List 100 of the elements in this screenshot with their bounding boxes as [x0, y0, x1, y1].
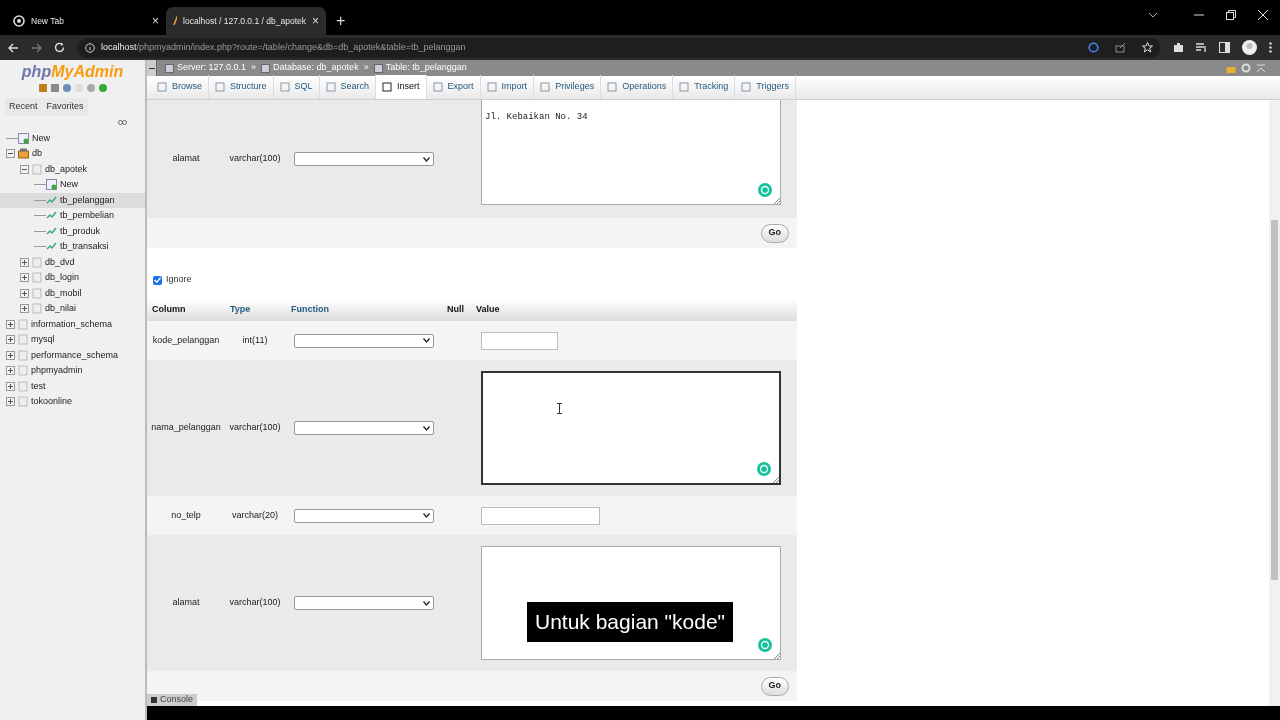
function-select[interactable] — [294, 333, 434, 348]
expand-icon[interactable] — [20, 288, 29, 298]
tree-item[interactable]: mysql — [0, 332, 145, 348]
collapse-icon[interactable] — [6, 149, 15, 159]
value-input[interactable] — [481, 331, 558, 350]
console-tab[interactable]: Console — [147, 694, 198, 706]
close-icon[interactable] — [1258, 9, 1268, 20]
function-select[interactable] — [294, 596, 434, 610]
tab-icon — [741, 82, 752, 92]
expand-icon[interactable] — [6, 366, 15, 376]
new-icon — [18, 132, 29, 144]
link-icon[interactable] — [118, 119, 127, 125]
address-field[interactable]: localhost/phpmyadmin/index.php?route=/table/change&db=db_apotek&table=tb_pelanggan — [77, 37, 1161, 58]
tree-item[interactable]: db_apotek — [0, 161, 145, 177]
nav-tab[interactable]: Structure — [209, 75, 274, 99]
back-icon[interactable] — [8, 42, 19, 53]
minimize-icon[interactable] — [1194, 13, 1204, 16]
nav-tab[interactable]: Privileges — [534, 75, 602, 99]
tree-label: phpmyadmin — [31, 364, 83, 377]
tree-item[interactable]: test — [0, 378, 145, 394]
column-name: no_telp — [170, 508, 202, 522]
star-icon[interactable] — [1142, 42, 1153, 53]
expand-icon[interactable] — [20, 273, 29, 283]
breadcrumb-separator: » — [363, 61, 369, 75]
tab-icon — [157, 82, 167, 92]
nav-tab[interactable]: Operations — [601, 75, 674, 99]
column-name: kode_pelanggan — [151, 333, 221, 347]
go-button[interactable]: Go — [760, 676, 789, 696]
tree-item[interactable]: db_dvd — [0, 254, 145, 270]
tree-label: performance_schema — [31, 348, 119, 362]
side-panel-icon[interactable] — [1219, 42, 1230, 53]
resize-handle-icon — [774, 653, 780, 659]
tree-label: information_schema — [31, 317, 113, 331]
tree-item[interactable]: db_nilai — [0, 301, 145, 317]
tree-item[interactable]: tb_produk — [0, 223, 145, 239]
collapse-icon[interactable] — [20, 164, 29, 174]
function-select[interactable] — [294, 508, 434, 523]
tree-item[interactable]: performance_schema — [0, 347, 145, 363]
assistant-icon — [757, 462, 771, 476]
collapse-sidebar-button[interactable] — [147, 60, 157, 76]
scrollbar-thumb[interactable] — [1271, 220, 1278, 580]
caption: Untuk bagian "kode" — [527, 602, 734, 642]
expand-icon[interactable] — [6, 319, 15, 329]
nav-tab[interactable]: SQL — [273, 75, 320, 99]
tab-icon — [215, 82, 225, 92]
go-button[interactable]: Go — [760, 223, 789, 243]
tree-item[interactable]: phpmyadmin — [0, 363, 145, 379]
tree-item[interactable]: New — [0, 130, 145, 146]
close-tab-button[interactable]: × — [152, 15, 159, 27]
avatar-icon[interactable] — [1242, 40, 1257, 55]
tree-label: tb_pembelian — [60, 209, 115, 222]
tree-item[interactable]: db_login — [0, 270, 145, 286]
tree-item[interactable]: db — [0, 146, 145, 162]
expand-icon[interactable] — [6, 381, 15, 391]
function-select[interactable] — [294, 421, 434, 435]
new-tab-button[interactable]: + — [336, 7, 346, 35]
playlist-icon[interactable] — [1196, 42, 1207, 53]
value-textarea[interactable] — [481, 371, 781, 485]
tree-item[interactable]: New — [0, 177, 145, 193]
tree-item[interactable]: tokoonline — [0, 394, 145, 410]
tree-item[interactable]: tb_pelanggan — [0, 192, 145, 208]
tree-item[interactable]: information_schema — [0, 316, 145, 332]
tree-item[interactable]: db_mobil — [0, 285, 145, 301]
tree-item[interactable]: tb_transaksi — [0, 239, 145, 255]
sidebar-tab[interactable]: Favorites — [42, 98, 88, 116]
value-input[interactable] — [481, 506, 600, 525]
close-tab-button[interactable]: × — [312, 15, 319, 27]
share-icon[interactable] — [1115, 42, 1126, 53]
tree-label: db_login — [45, 271, 80, 284]
browser-tab[interactable]: New Tab × — [6, 7, 166, 35]
column-header: Null — [446, 303, 465, 317]
function-select[interactable] — [294, 152, 434, 166]
browser-tab[interactable]: localhost / 127.0.0.1 / db_apotek × — [166, 7, 326, 35]
caret-icon — [423, 338, 430, 343]
expand-icon[interactable] — [20, 304, 29, 314]
nav-tab[interactable]: Tracking — [673, 75, 736, 99]
expand-icon[interactable] — [6, 350, 15, 360]
tree-label: mysql — [31, 333, 55, 346]
tree-label: db_dvd — [45, 255, 75, 269]
nav-tab[interactable]: Triggers — [735, 75, 797, 99]
ignore-label: Ignore — [166, 273, 192, 287]
expand-icon[interactable] — [6, 335, 15, 345]
tree-item[interactable]: tb_pembelian — [0, 208, 145, 224]
column-type: varchar(20) — [231, 508, 279, 522]
nav-tab[interactable]: Export — [426, 75, 481, 99]
restore-icon[interactable] — [1226, 9, 1236, 20]
ignore-checkbox[interactable] — [153, 275, 162, 285]
forward-icon[interactable] — [31, 42, 42, 53]
expand-icon[interactable] — [20, 257, 29, 267]
collapse-up-icon[interactable] — [1256, 63, 1266, 73]
tree-label: test — [31, 379, 46, 393]
puzzle-icon[interactable] — [1173, 42, 1184, 53]
value-textarea[interactable]: Jl. Kebaikan No. 34 — [481, 100, 781, 205]
menu-icon[interactable] — [1269, 42, 1272, 53]
sidebar-tab[interactable]: Recent — [5, 98, 42, 116]
nav-tab[interactable]: Import — [480, 75, 535, 99]
nav-tab[interactable]: Browse — [151, 75, 209, 99]
expand-icon[interactable] — [6, 397, 15, 407]
tab-icon — [279, 82, 290, 92]
nav-tab[interactable]: Insert — [376, 75, 427, 99]
